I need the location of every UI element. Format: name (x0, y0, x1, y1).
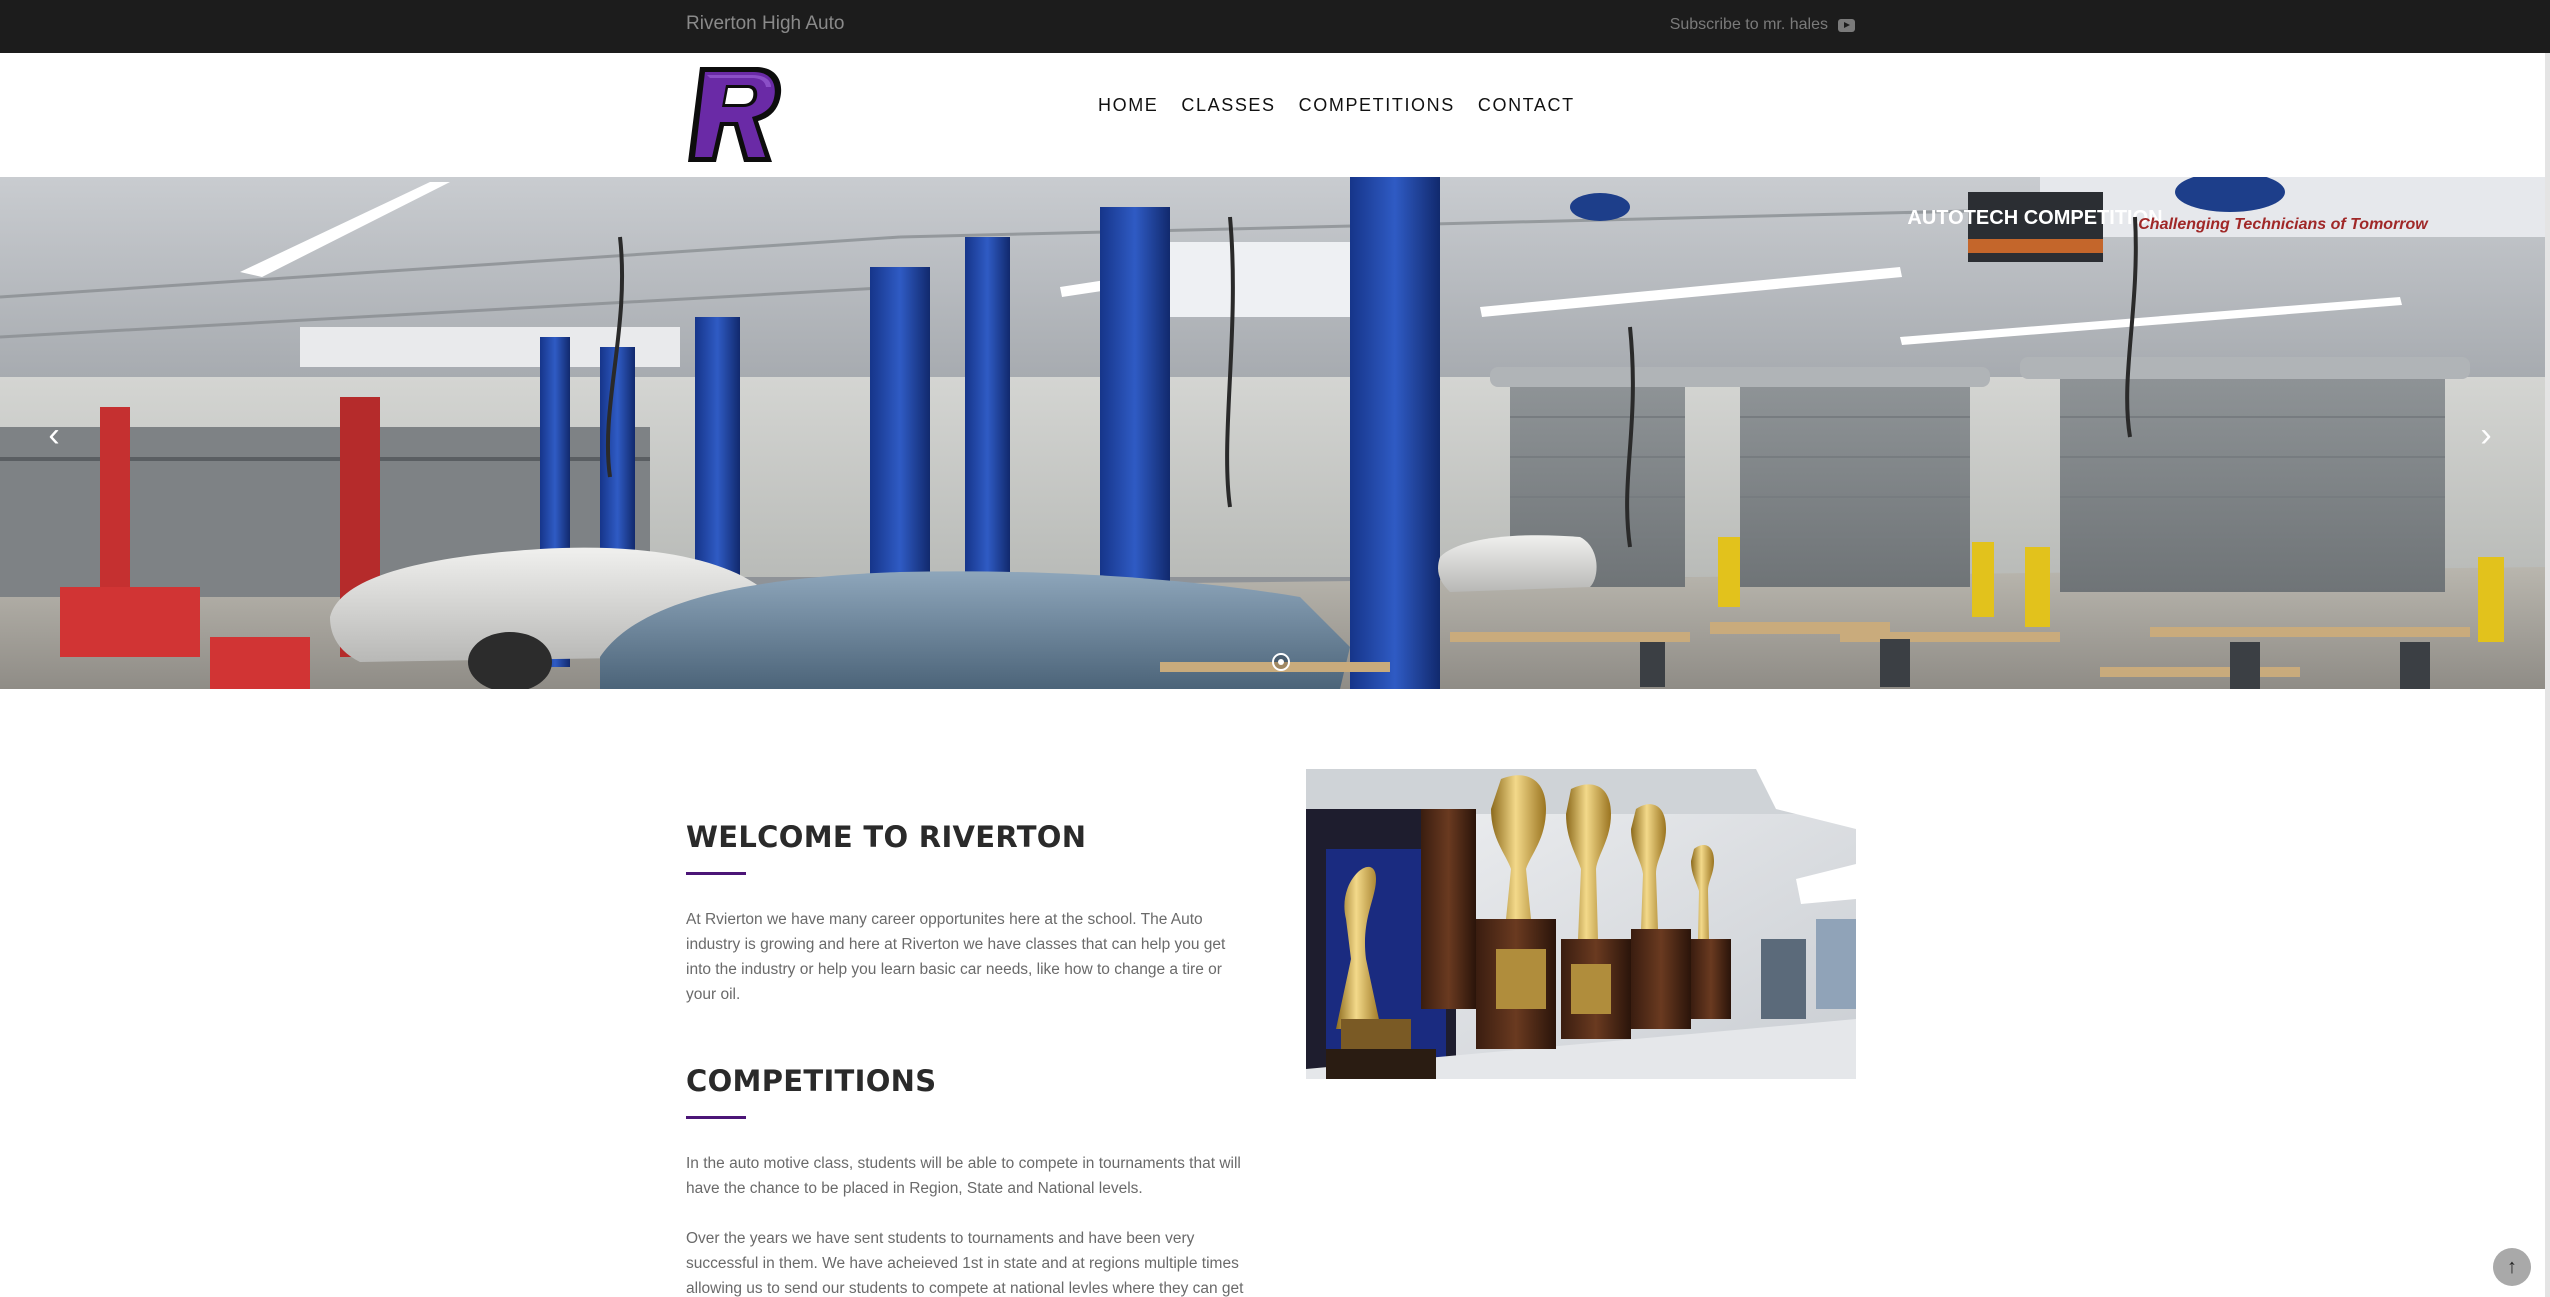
competitions-text-1: In the auto motive class, students will … (686, 1155, 1241, 1197)
site-title[interactable]: Riverton High Auto (686, 13, 844, 35)
nav-classes[interactable]: CLASSES (1181, 95, 1275, 116)
chevron-right-icon[interactable]: › (2480, 416, 2491, 455)
competitions-title: COMPETITIONS (686, 1064, 937, 1098)
arrow-up-icon[interactable]: ↑ (2507, 1256, 2517, 1279)
title-underline (686, 1116, 746, 1119)
slider-prev-button[interactable]: ‹ (34, 415, 74, 455)
banner-autotech: AUTOTECH COMPETITION (1907, 207, 2162, 229)
title-underline (686, 872, 746, 875)
top-bar: Riverton High Auto Subscribe to mr. hale… (0, 0, 2550, 53)
subscribe-link[interactable]: Subscribe to mr. hales (1670, 16, 1855, 34)
main-nav: HOME CLASSES COMPETITIONS CONTACT (1098, 95, 1575, 116)
slider-next-button[interactable]: › (2466, 415, 2506, 455)
youtube-icon[interactable] (1838, 18, 1855, 32)
competitions-text-2: Over the years we have sent students to … (686, 1230, 1244, 1297)
welcome-section: WELCOME TO RIVERTON At Rvierton we have … (686, 820, 1246, 1032)
nav-contact[interactable]: CONTACT (1478, 95, 1575, 116)
hero-slider: AUTOTECH COMPETITION Challenging Technic… (0, 177, 2545, 689)
back-to-top-button[interactable]: ↑ (2493, 1248, 2531, 1286)
nav-competitions[interactable]: COMPETITIONS (1299, 95, 1455, 116)
trophy-photo (1306, 769, 1856, 1079)
chevron-left-icon[interactable]: ‹ (48, 416, 59, 455)
riverton-logo[interactable] (686, 63, 786, 166)
auto-shop-photo: AUTOTECH COMPETITION Challenging Technic… (0, 177, 2545, 689)
competitions-section: COMPETITIONS In the auto motive class, s… (686, 1064, 1261, 1297)
site-header: HOME CLASSES COMPETITIONS CONTACT (0, 53, 2545, 177)
banner-tagline: Challenging Technicians of Tomorrow (2138, 216, 2429, 233)
page-scrollbar[interactable] (2545, 53, 2550, 1297)
nav-home[interactable]: HOME (1098, 95, 1158, 116)
welcome-text: At Rvierton we have many career opportun… (686, 911, 1226, 1003)
slider-dot-active[interactable] (1272, 653, 1290, 671)
subscribe-label[interactable]: Subscribe to mr. hales (1670, 16, 1828, 34)
welcome-title: WELCOME TO RIVERTON (686, 820, 1087, 854)
